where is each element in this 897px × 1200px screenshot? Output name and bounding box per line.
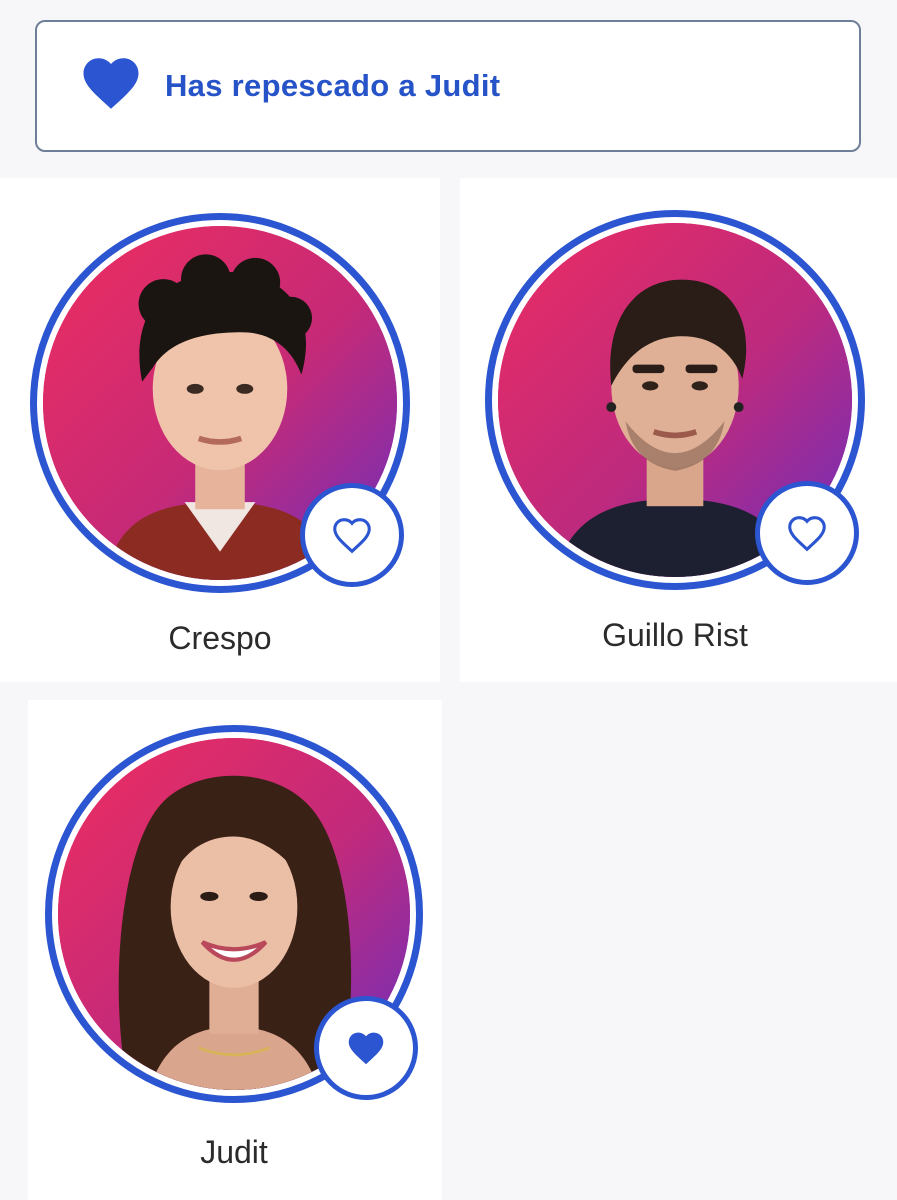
- banner-message: Has repescado a Judit: [165, 68, 501, 103]
- contestant-name-guillo-rist: Guillo Rist: [602, 617, 748, 653]
- heart-filled-icon: [78, 50, 144, 116]
- favorite-button-guillo-rist[interactable]: [755, 481, 859, 585]
- favorite-button-judit[interactable]: [314, 996, 418, 1100]
- heart-outline-icon: [788, 516, 826, 552]
- contestant-name-crespo: Crespo: [168, 620, 272, 656]
- heart-outline-icon: [333, 518, 371, 554]
- favorite-button-crespo[interactable]: [300, 483, 404, 587]
- contestant-name-judit: Judit: [200, 1134, 268, 1170]
- heart-filled-icon: [348, 1032, 384, 1065]
